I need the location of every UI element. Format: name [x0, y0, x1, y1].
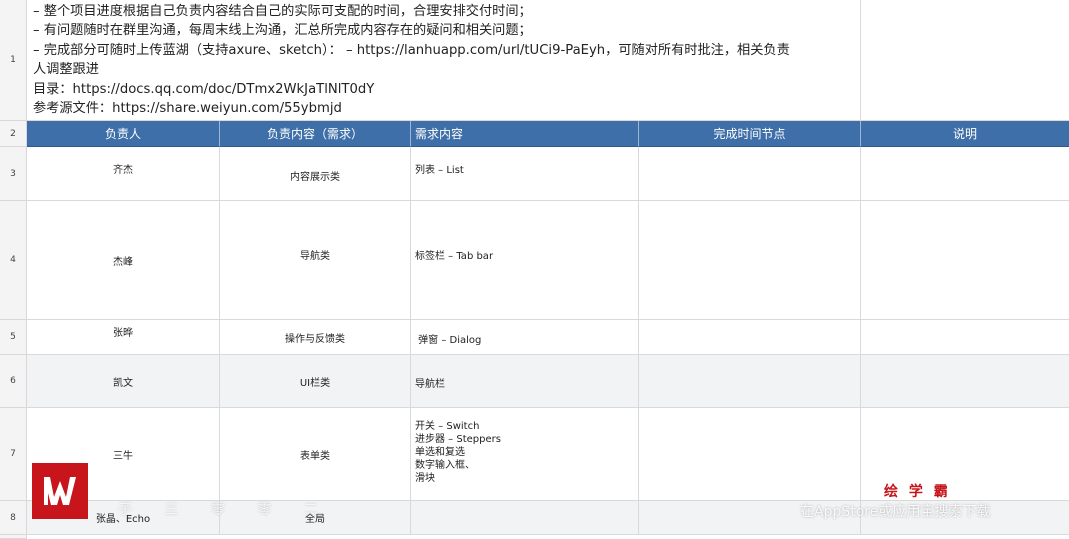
requirement-item: 滑块 [415, 473, 435, 484]
row-number-8[interactable]: 8 [0, 501, 27, 535]
owner-name: 张晔 [113, 328, 133, 339]
category-name: 操作与反馈类 [285, 333, 345, 345]
requirements-cell[interactable]: 标签栏 – Tab bar [411, 201, 639, 320]
row-number-4[interactable]: 4 [0, 201, 27, 320]
category-cell[interactable]: UI栏类 [220, 355, 411, 408]
deadline-cell[interactable] [639, 355, 861, 408]
owner-name: 凯文 [113, 377, 133, 389]
requirement-item: 弹窗 – Dialog [415, 335, 482, 346]
header-notes[interactable]: 说明 [861, 121, 1069, 147]
header-requirements[interactable]: 需求内容 [411, 121, 639, 147]
intro-line: – 有问题随时在群里沟通，每周末线上沟通，汇总所完成内容存在的疑问和相关问题； [33, 23, 532, 39]
row-number-1[interactable]: 1 [0, 0, 27, 121]
requirements-cell[interactable]: 弹窗 – Dialog [411, 320, 639, 355]
requirement-item: 单选和复选 [415, 447, 465, 458]
requirement-item: 开关 – Switch [415, 421, 480, 432]
header-category[interactable]: 负责内容（需求） [220, 121, 411, 147]
row-number-partial [0, 535, 27, 539]
category-name: 导航类 [300, 251, 330, 262]
category-name: 表单类 [300, 450, 330, 462]
deadline-cell[interactable] [639, 147, 861, 201]
intro-line: 目录：https://docs.qq.com/doc/DTmx2WkJaTlNl… [33, 81, 375, 97]
requirement-item: 数字输入框、 [415, 460, 475, 471]
deadline-cell[interactable] [639, 408, 861, 501]
notes-cell[interactable] [861, 320, 1069, 355]
header-owner[interactable]: 负责人 [27, 121, 220, 147]
brand-logo-icon [32, 463, 88, 519]
category-cell[interactable]: 内容展示类 [220, 147, 411, 201]
intro-line: 参考源文件：https://share.weiyun.com/55ybmjd [33, 101, 342, 117]
appstore-watermark: 在AppStore或应用宝搜索下载 [800, 504, 991, 520]
requirements-cell[interactable]: 导航栏 [411, 355, 639, 408]
spreadsheet: 1 – 整个项目进度根据自己负责内容结合自己的实际可支配的时间，合理安排交付时间… [0, 0, 1069, 539]
requirement-item: 标签栏 – Tab bar [415, 251, 494, 262]
row-number-2[interactable]: 2 [0, 121, 27, 147]
requirement-item: 导航栏 [415, 379, 445, 390]
requirements-cell[interactable] [411, 501, 639, 535]
row-number-3[interactable]: 3 [0, 147, 27, 201]
owner-name: 杰峰 [113, 256, 133, 268]
intro-line: – 整个项目进度根据自己负责内容结合自己的实际可支配的时间，合理安排交付时间； [33, 4, 532, 19]
intro-line: 人调整跟进 [33, 62, 99, 78]
requirements-cell[interactable]: 开关 – Switch 进步器 – Steppers 单选和复选 数字输入框、 … [411, 408, 639, 501]
table-row[interactable]: 齐杰 [27, 147, 220, 201]
intro-text: – 整个项目进度根据自己负责内容结合自己的实际可支配的时间，合理安排交付时间； … [33, 2, 853, 118]
category-cell[interactable]: 导航类 [220, 201, 411, 320]
requirement-item: 进步器 – Steppers [415, 434, 501, 445]
row-number-6[interactable]: 6 [0, 355, 27, 408]
deadline-cell[interactable] [639, 201, 861, 320]
category-name: UI栏类 [299, 377, 331, 389]
category-cell[interactable]: 操作与反馈类 [220, 320, 411, 355]
requirement-item: 列表 – List [415, 165, 464, 176]
owner-name: 齐杰 [113, 165, 133, 176]
row-number-5[interactable]: 5 [0, 320, 27, 355]
brand-text: 绘 学 霸 [884, 484, 951, 500]
owner-name: 三牛 [113, 450, 133, 462]
watermark-text: 子 三 零 零 二 [118, 502, 332, 518]
category-cell[interactable]: 表单类 [220, 408, 411, 501]
notes-cell[interactable] [861, 147, 1069, 201]
category-name: 内容展示类 [290, 172, 340, 183]
requirements-cell[interactable]: 列表 – List [411, 147, 639, 201]
table-row[interactable]: 张晔 [27, 320, 220, 355]
notes-cell[interactable] [861, 201, 1069, 320]
header-deadline[interactable]: 完成时间节点 [639, 121, 861, 147]
table-row[interactable]: 杰峰 [27, 201, 220, 320]
table-row[interactable]: 凯文 [27, 355, 220, 408]
intro-cell-right[interactable] [861, 0, 1069, 121]
row-number-7[interactable]: 7 [0, 408, 27, 501]
w-logo-icon [44, 477, 76, 505]
notes-cell[interactable] [861, 355, 1069, 408]
deadline-cell[interactable] [639, 320, 861, 355]
intro-line: – 完成部分可随时上传蓝湖（支持axure、sketch）： – https:/… [33, 42, 790, 58]
